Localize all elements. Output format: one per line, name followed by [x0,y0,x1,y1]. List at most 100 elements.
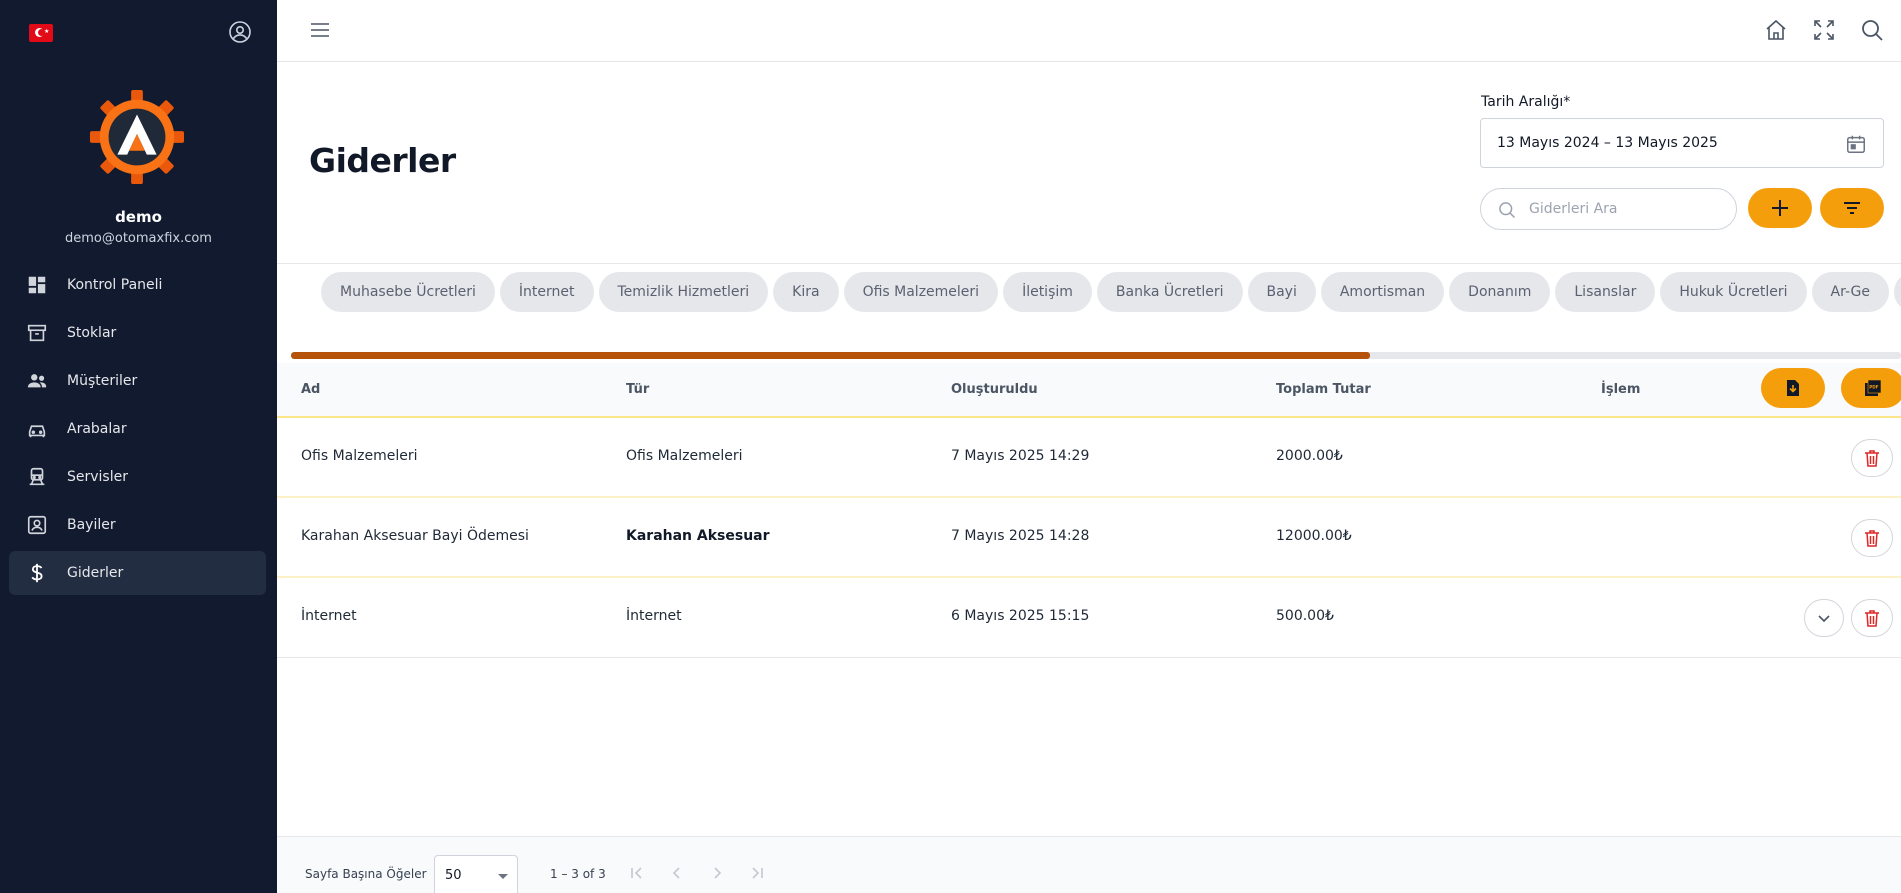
category-chips: Muhasebe Ücretleri İnternet Temizlik Hizme… [321,272,1901,312]
calendar-icon[interactable] [1845,133,1867,155]
sidebar-item-servisler[interactable]: Servisler [9,455,266,499]
category-chip[interactable]: Hukuk Ücretleri [1660,272,1807,312]
progress-fill [291,352,1370,359]
filter-button[interactable] [1820,188,1884,228]
sidebar-item-giderler[interactable]: Giderler [9,551,266,595]
category-chip[interactable]: İnternet [499,272,594,312]
category-chip[interactable]: Banka Ücretleri [1096,272,1243,312]
filter-icon [1844,202,1860,214]
table-row[interactable]: Karahan Aksesuar Bayi Ödemesi Karahan Ak… [277,498,1901,578]
search-field[interactable] [1480,188,1737,230]
date-range-value: 13 Mayıs 2024 – 13 Mayıs 2025 [1497,135,1718,151]
dashboard-icon [28,276,46,294]
cell-type: İnternet [626,608,682,624]
cell-name: İnternet [301,608,357,624]
delete-button[interactable] [1851,519,1893,557]
sidebar-item-stoklar[interactable]: Stoklar [9,311,266,355]
plus-icon [1772,200,1788,216]
chevron-down-icon [1818,615,1830,623]
cell-created: 7 Mayıs 2025 14:28 [951,528,1090,544]
sidebar-item-label: Bayiler [67,517,116,533]
previous-page-icon[interactable] [668,864,686,882]
next-page-icon[interactable] [708,864,726,882]
user-circle-icon[interactable] [228,20,252,44]
category-chip[interactable]: M [1893,272,1901,312]
category-chip[interactable]: Amortisman [1320,272,1445,312]
cell-name: Karahan Aksesuar Bayi Ödemesi [301,528,529,544]
page-size-value: 50 [445,868,462,883]
search-icon [1499,202,1516,219]
people-icon [27,374,47,388]
items-per-page-label: Sayfa Başına Öğeler [305,867,427,881]
user-name: demo [115,208,162,226]
category-chip[interactable]: Muhasebe Ücretleri [321,272,495,312]
delete-button[interactable] [1851,599,1893,637]
export-excel-button[interactable] [1761,368,1825,408]
export-pdf-button[interactable]: PDF [1841,368,1901,408]
cell-created: 7 Mayıs 2025 14:29 [951,448,1090,464]
search-icon[interactable] [1860,18,1884,42]
date-range-label: Tarih Aralığı* [1481,94,1571,110]
trash-icon [1865,530,1879,547]
svg-text:PDF: PDF [1869,385,1879,390]
category-chip[interactable]: Temizlik Hizmetleri [598,272,769,312]
cell-created: 6 Mayıs 2025 15:15 [951,608,1090,624]
archive-icon [27,324,47,342]
download-file-icon [1787,380,1799,396]
cell-type: Ofis Malzemeleri [626,448,743,464]
date-range-field[interactable]: 13 Mayıs 2024 – 13 Mayıs 2025 [1480,118,1884,168]
turkish-flag-icon[interactable]: ★ [29,24,53,42]
table-header: Ad Tür Oluşturuldu Toplam Tutar İşlem PD… [277,363,1901,418]
category-chip[interactable]: Donanım [1449,272,1551,312]
sidebar-item-musteriler[interactable]: Müşteriler [9,359,266,403]
column-header-type[interactable]: Tür [626,382,649,397]
table-row[interactable]: İnternet İnternet 6 Mayıs 2025 15:15 500… [277,578,1901,658]
category-chip[interactable]: Lisanslar [1555,272,1656,312]
search-input[interactable] [1529,201,1719,217]
trash-icon [1865,610,1879,627]
car-icon [28,425,46,438]
sidebar-nav: Kontrol Paneli Stoklar Müşteriler Arabal… [9,263,266,599]
fullscreen-icon[interactable] [1812,18,1836,42]
sidebar-item-kontrol-paneli[interactable]: Kontrol Paneli [9,263,266,307]
cell-total: 12000.00₺ [1276,528,1352,544]
column-header-created[interactable]: Oluşturuldu [951,382,1038,397]
category-chip[interactable]: Ofis Malzemeleri [843,272,999,312]
cell-name: Ofis Malzemeleri [301,448,418,464]
sidebar-item-label: Servisler [67,469,128,485]
top-bar [277,0,1901,62]
cell-total: 500.00₺ [1276,608,1334,624]
column-header-name[interactable]: Ad [301,382,320,397]
pagination-bar: Sayfa Başına Öğeler 50 1 – 3 of 3 [277,836,1901,893]
column-header-action: İşlem [1601,382,1641,397]
expand-row-button[interactable] [1804,599,1844,637]
category-chip[interactable]: Bayi [1247,272,1316,312]
sidebar: ★ demo demo@otomaxfix.com Kontrol Paneli… [0,0,277,893]
divider [277,263,1901,264]
sidebar-item-bayiler[interactable]: Bayiler [9,503,266,547]
sidebar-item-label: Arabalar [67,421,127,437]
sidebar-item-arabalar[interactable]: Arabalar [9,407,266,451]
otomaxfix-logo [89,89,185,185]
first-page-icon[interactable] [628,864,646,882]
hamburger-menu-icon[interactable] [309,19,331,41]
last-page-icon[interactable] [748,864,766,882]
table-row[interactable]: Ofis Malzemeleri Ofis Malzemeleri 7 Mayı… [277,418,1901,498]
home-icon[interactable] [1764,18,1788,42]
delete-button[interactable] [1851,439,1893,477]
category-chip[interactable]: İletişim [1003,272,1092,312]
sidebar-item-label: Giderler [67,565,124,581]
cell-total: 2000.00₺ [1276,448,1343,464]
page-range: 1 – 3 of 3 [550,867,606,881]
sidebar-item-label: Müşteriler [67,373,138,389]
category-chip[interactable]: Kira [773,272,839,312]
dollar-icon [31,563,43,583]
column-header-total[interactable]: Toplam Tutar [1276,382,1371,397]
category-chip[interactable]: Ar-Ge [1811,272,1889,312]
sidebar-item-label: Kontrol Paneli [67,277,163,293]
sidebar-item-label: Stoklar [67,325,117,341]
caret-down-icon [498,874,508,879]
service-icon [29,467,45,486]
page-size-select[interactable]: 50 [434,855,518,893]
add-expense-button[interactable] [1748,188,1812,228]
